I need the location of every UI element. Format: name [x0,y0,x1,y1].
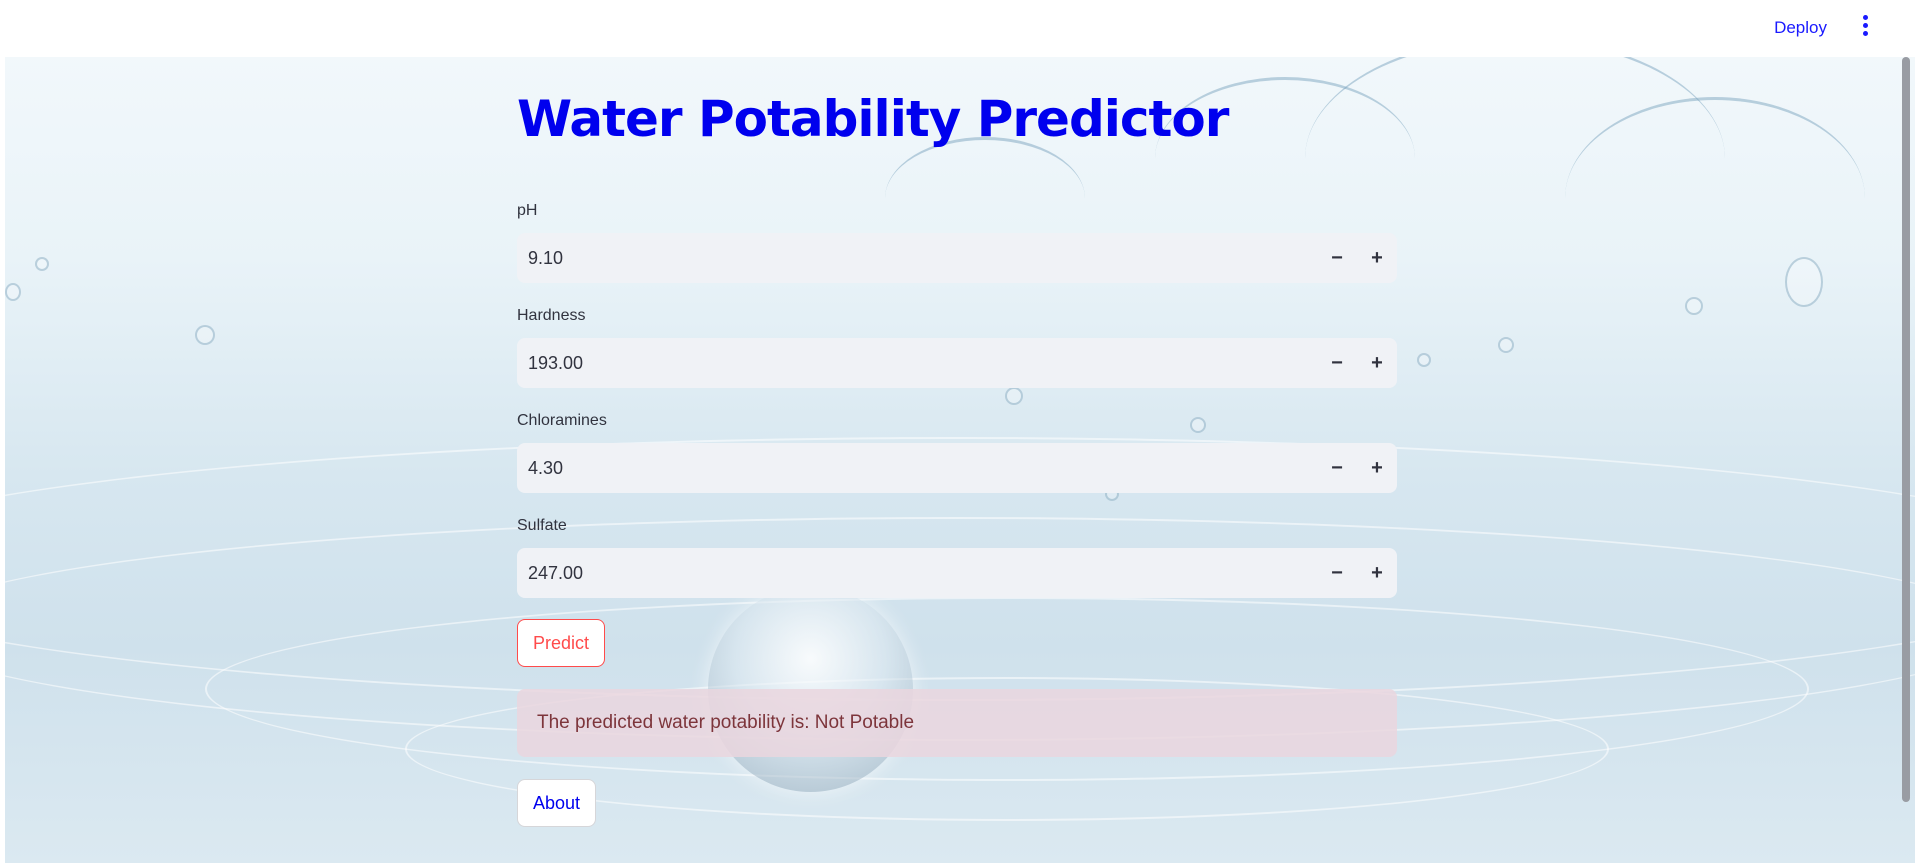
scrollbar-thumb[interactable] [1902,57,1910,802]
sulfate-label: Sulfate [517,517,567,534]
ph-input: 9.10 − + [517,233,1397,283]
chloramines-increment-button[interactable]: + [1357,443,1397,493]
page-title: Water Potability Predictor [517,90,1229,148]
hardness-input: 193.00 − + [517,338,1397,388]
chloramines-decrement-button[interactable]: − [1317,443,1357,493]
hardness-increment-button[interactable]: + [1357,338,1397,388]
predict-button[interactable]: Predict [517,619,606,667]
ph-value[interactable]: 9.10 [517,248,1317,269]
scrollbar[interactable] [1902,57,1910,863]
sulfate-increment-button[interactable]: + [1357,548,1397,598]
about-button[interactable]: About [517,779,597,827]
hardness-decrement-button[interactable]: − [1317,338,1357,388]
sulfate-value[interactable]: 247.00 [517,563,1317,584]
vertical-ellipsis-icon[interactable] [1857,15,1873,39]
app-container: Deploy Water Potability Predictor pH 9.1… [5,0,1915,863]
ph-decrement-button[interactable]: − [1317,233,1357,283]
sulfate-input: 247.00 − + [517,548,1397,598]
chloramines-input: 4.30 − + [517,443,1397,493]
chloramines-label: Chloramines [517,412,607,429]
chloramines-value[interactable]: 4.30 [517,458,1317,479]
hardness-label: Hardness [517,307,586,324]
ph-label: pH [517,202,538,219]
ph-increment-button[interactable]: + [1357,233,1397,283]
app-header: Deploy [5,0,1915,57]
deploy-button[interactable]: Deploy [1770,14,1831,42]
prediction-result-alert: The predicted water potability is: Not P… [517,689,1397,757]
hardness-value[interactable]: 193.00 [517,353,1317,374]
prediction-result-text: The predicted water potability is: Not P… [537,712,915,733]
sulfate-decrement-button[interactable]: − [1317,548,1357,598]
